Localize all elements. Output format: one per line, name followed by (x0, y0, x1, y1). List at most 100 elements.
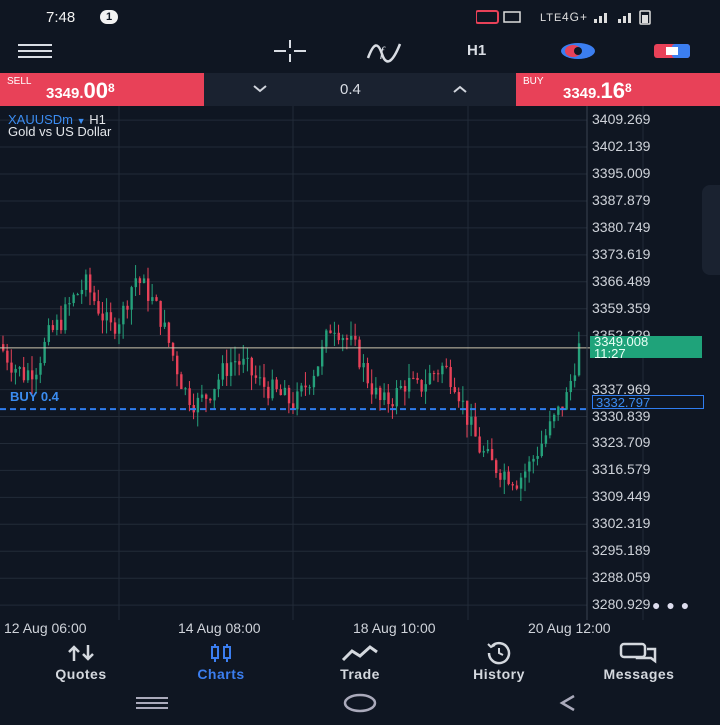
candle-body (395, 388, 398, 407)
buy-button[interactable]: BUY 3349.168 (516, 73, 720, 106)
candle-body (130, 287, 133, 310)
trade-icon (305, 640, 415, 666)
candle-body (304, 385, 307, 388)
candle-body (14, 368, 17, 373)
y-tick-label: 3280.929 (592, 596, 651, 613)
candle-body (43, 341, 46, 364)
candle-body (275, 379, 278, 390)
candle-body (341, 338, 345, 341)
chevron-down-icon[interactable] (248, 77, 272, 101)
nav-charts[interactable]: Charts (166, 640, 276, 682)
candle-body (557, 406, 560, 415)
candle-body (18, 367, 21, 369)
candle-body (35, 374, 38, 380)
candle-body (403, 385, 407, 392)
candle-body (263, 377, 266, 387)
clock: 7:48 (46, 9, 76, 26)
candle-body (325, 330, 328, 347)
timeframe-button[interactable]: H1 (467, 36, 486, 66)
candle-body (511, 484, 514, 486)
candle-body (138, 278, 142, 284)
candle-body (68, 303, 71, 305)
x-tick-label: 18 Aug 10:00 (353, 620, 436, 636)
candle-body (296, 391, 299, 410)
chevron-up-icon[interactable] (448, 77, 472, 101)
candle-body (358, 339, 361, 368)
candle-body (258, 377, 262, 379)
candle-body (553, 414, 556, 422)
candle-body (548, 421, 552, 436)
nav-history[interactable]: History (444, 640, 554, 682)
y-tick-label: 3309.449 (592, 488, 651, 505)
candle-body (416, 377, 419, 380)
y-tick-label: 3288.059 (592, 569, 651, 586)
side-panel-handle[interactable] (702, 185, 720, 275)
candle-body (101, 313, 104, 321)
candle-body (22, 367, 26, 381)
svg-text:LTE: LTE (540, 12, 562, 24)
indicators-icon[interactable]: f (366, 38, 402, 68)
candle-body (126, 305, 129, 310)
candle-body (283, 387, 287, 396)
candle-body (528, 461, 531, 472)
nav-messages[interactable]: Messages (584, 640, 694, 682)
candle-body (93, 292, 96, 302)
x-tick-label: 14 Aug 08:00 (178, 620, 261, 636)
candle-body (420, 379, 423, 392)
candle-body (354, 335, 357, 340)
candle-body (151, 297, 154, 301)
candle-body (408, 377, 411, 392)
candle-body (441, 365, 444, 375)
y-tick-label: 3302.319 (592, 515, 651, 532)
candle-body (573, 375, 577, 381)
volume-value[interactable]: 0.4 (340, 81, 361, 98)
candle-body (155, 297, 158, 301)
candle-body (84, 274, 88, 290)
candle-body (345, 338, 349, 340)
home-icon[interactable] (343, 693, 377, 713)
y-tick-label: 3359.359 (592, 299, 651, 316)
sell-label: SELL (7, 76, 32, 87)
order-line-label[interactable]: BUY 0.4 (10, 389, 59, 404)
x-tick-label: 20 Aug 12:00 (528, 620, 611, 636)
candle-body (246, 357, 249, 359)
candle-body (536, 456, 539, 459)
candle-body (180, 374, 183, 390)
one-click-trading-icon[interactable] (652, 38, 692, 68)
candle-body (234, 361, 237, 363)
candle-body (399, 385, 403, 389)
chart-toolbar: f H1 (0, 36, 720, 72)
menu-icon[interactable] (18, 44, 52, 60)
objects-icon[interactable] (558, 38, 598, 68)
recent-apps-icon[interactable] (136, 697, 168, 709)
candle-body (242, 358, 245, 365)
charts-icon (166, 640, 276, 666)
candle-body (412, 377, 415, 379)
crosshair-icon[interactable] (272, 38, 308, 68)
candle-body (271, 379, 274, 399)
candle-body (503, 471, 506, 480)
nav-quotes[interactable]: Quotes (26, 640, 136, 682)
chart-scroll-indicator[interactable]: ● ● ● (652, 597, 690, 613)
candle-body (163, 322, 166, 327)
candle-body (147, 278, 150, 301)
candle-body (391, 404, 394, 407)
system-navigation-bar (0, 688, 720, 720)
candle-body (362, 362, 365, 368)
candle-body (26, 370, 30, 381)
candle-body (466, 400, 469, 425)
candle-body (428, 373, 432, 385)
candle-body (209, 398, 212, 401)
order-price-tag: 3332.797 (592, 395, 704, 409)
network-type: 4G+ (562, 10, 588, 24)
sell-button[interactable]: SELL 3349.008 (0, 73, 204, 106)
back-icon[interactable] (559, 694, 575, 712)
nav-trade[interactable]: Trade (305, 640, 415, 682)
candle-body (383, 392, 386, 401)
candle-body (329, 330, 332, 334)
y-tick-label: 3409.269 (592, 111, 651, 128)
candle-body (97, 301, 100, 314)
candle-body (333, 332, 336, 334)
candle-body (449, 367, 452, 388)
candle-body (474, 416, 477, 437)
